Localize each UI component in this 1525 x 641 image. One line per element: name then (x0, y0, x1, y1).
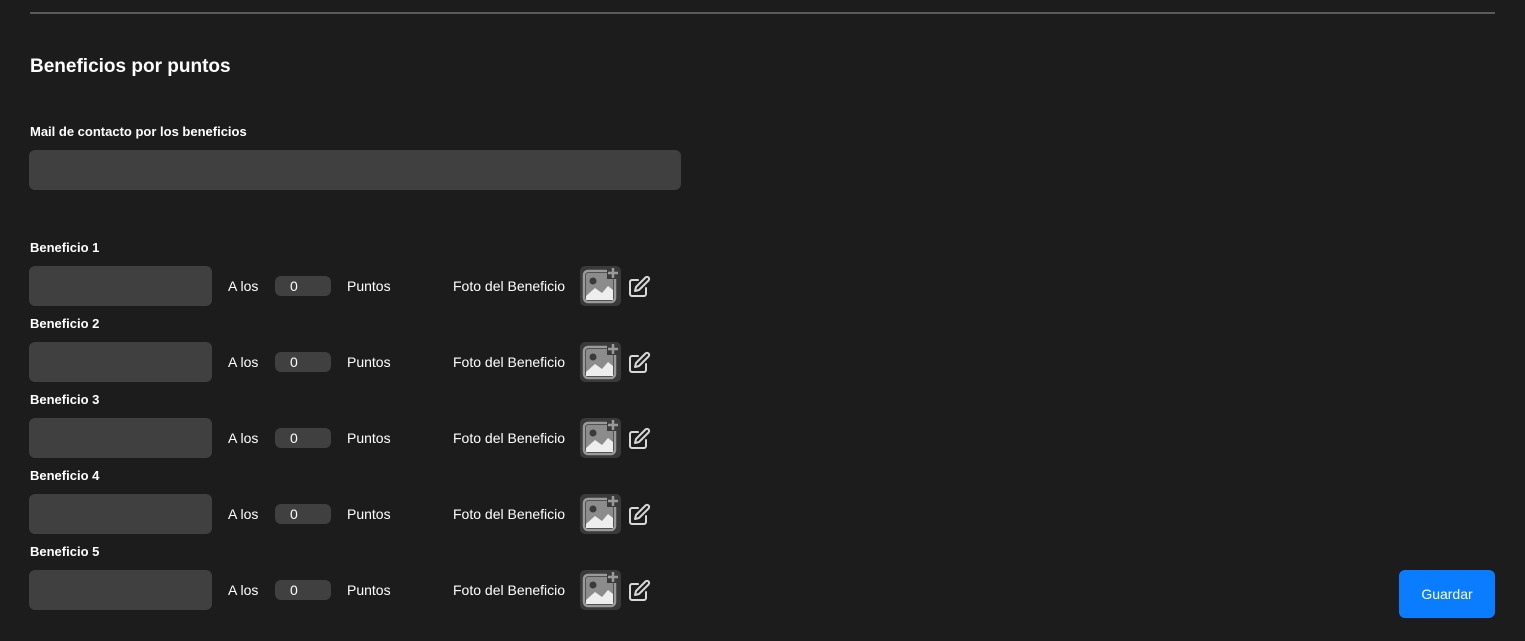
benefit-name-input[interactable] (29, 570, 212, 610)
benefit-name-input[interactable] (29, 342, 212, 382)
edit-icon[interactable] (627, 579, 651, 603)
a-los-label: A los (228, 582, 259, 598)
puntos-label: Puntos (347, 430, 391, 446)
benefit-label: Beneficio 5 (30, 544, 100, 559)
a-los-label: A los (228, 278, 259, 294)
benefit-label: Beneficio 2 (30, 316, 100, 331)
foto-label: Foto del Beneficio (453, 430, 566, 446)
add-photo-icon[interactable] (580, 418, 621, 458)
benefit-points-input[interactable] (275, 428, 331, 448)
benefit-label: Beneficio 1 (30, 240, 100, 255)
foto-label: Foto del Beneficio (453, 354, 566, 370)
benefits-page: Beneficios por puntos Mail de contacto p… (0, 0, 1525, 641)
benefit-points-input[interactable] (275, 352, 331, 372)
benefit-name-input[interactable] (29, 494, 212, 534)
benefit-label: Beneficio 3 (30, 392, 100, 407)
benefit-points-input[interactable] (275, 580, 331, 600)
benefit-points-input[interactable] (275, 504, 331, 524)
benefit-points-input[interactable] (275, 276, 331, 296)
puntos-label: Puntos (347, 354, 391, 370)
add-photo-icon[interactable] (580, 342, 621, 382)
a-los-label: A los (228, 430, 259, 446)
save-button[interactable]: Guardar (1399, 570, 1495, 618)
a-los-label: A los (228, 354, 259, 370)
a-los-label: A los (228, 506, 259, 522)
section-title: Beneficios por puntos (30, 56, 231, 77)
mail-input[interactable] (29, 150, 681, 190)
mail-label: Mail de contacto por los beneficios (30, 124, 247, 139)
add-photo-icon[interactable] (580, 266, 621, 306)
foto-label: Foto del Beneficio (453, 506, 566, 522)
add-photo-icon[interactable] (580, 570, 621, 610)
add-photo-icon[interactable] (580, 494, 621, 534)
puntos-label: Puntos (347, 582, 391, 598)
foto-label: Foto del Beneficio (453, 582, 566, 598)
benefit-row-4: Beneficio 4 A los Puntos Foto del Benefi… (0, 468, 700, 544)
puntos-label: Puntos (347, 506, 391, 522)
benefit-label: Beneficio 4 (30, 468, 100, 483)
foto-label: Foto del Beneficio (453, 278, 566, 294)
benefit-row-1: Beneficio 1 A los Puntos Foto del Benefi… (0, 240, 700, 316)
benefit-name-input[interactable] (29, 418, 212, 458)
top-divider (30, 12, 1495, 14)
edit-icon[interactable] (627, 351, 651, 375)
benefit-name-input[interactable] (29, 266, 212, 306)
puntos-label: Puntos (347, 278, 391, 294)
benefit-row-3: Beneficio 3 A los Puntos Foto del Benefi… (0, 392, 700, 468)
benefit-row-5: Beneficio 5 A los Puntos Foto del Benefi… (0, 544, 700, 620)
benefit-row-2: Beneficio 2 A los Puntos Foto del Benefi… (0, 316, 700, 392)
edit-icon[interactable] (627, 503, 651, 527)
edit-icon[interactable] (627, 427, 651, 451)
edit-icon[interactable] (627, 275, 651, 299)
